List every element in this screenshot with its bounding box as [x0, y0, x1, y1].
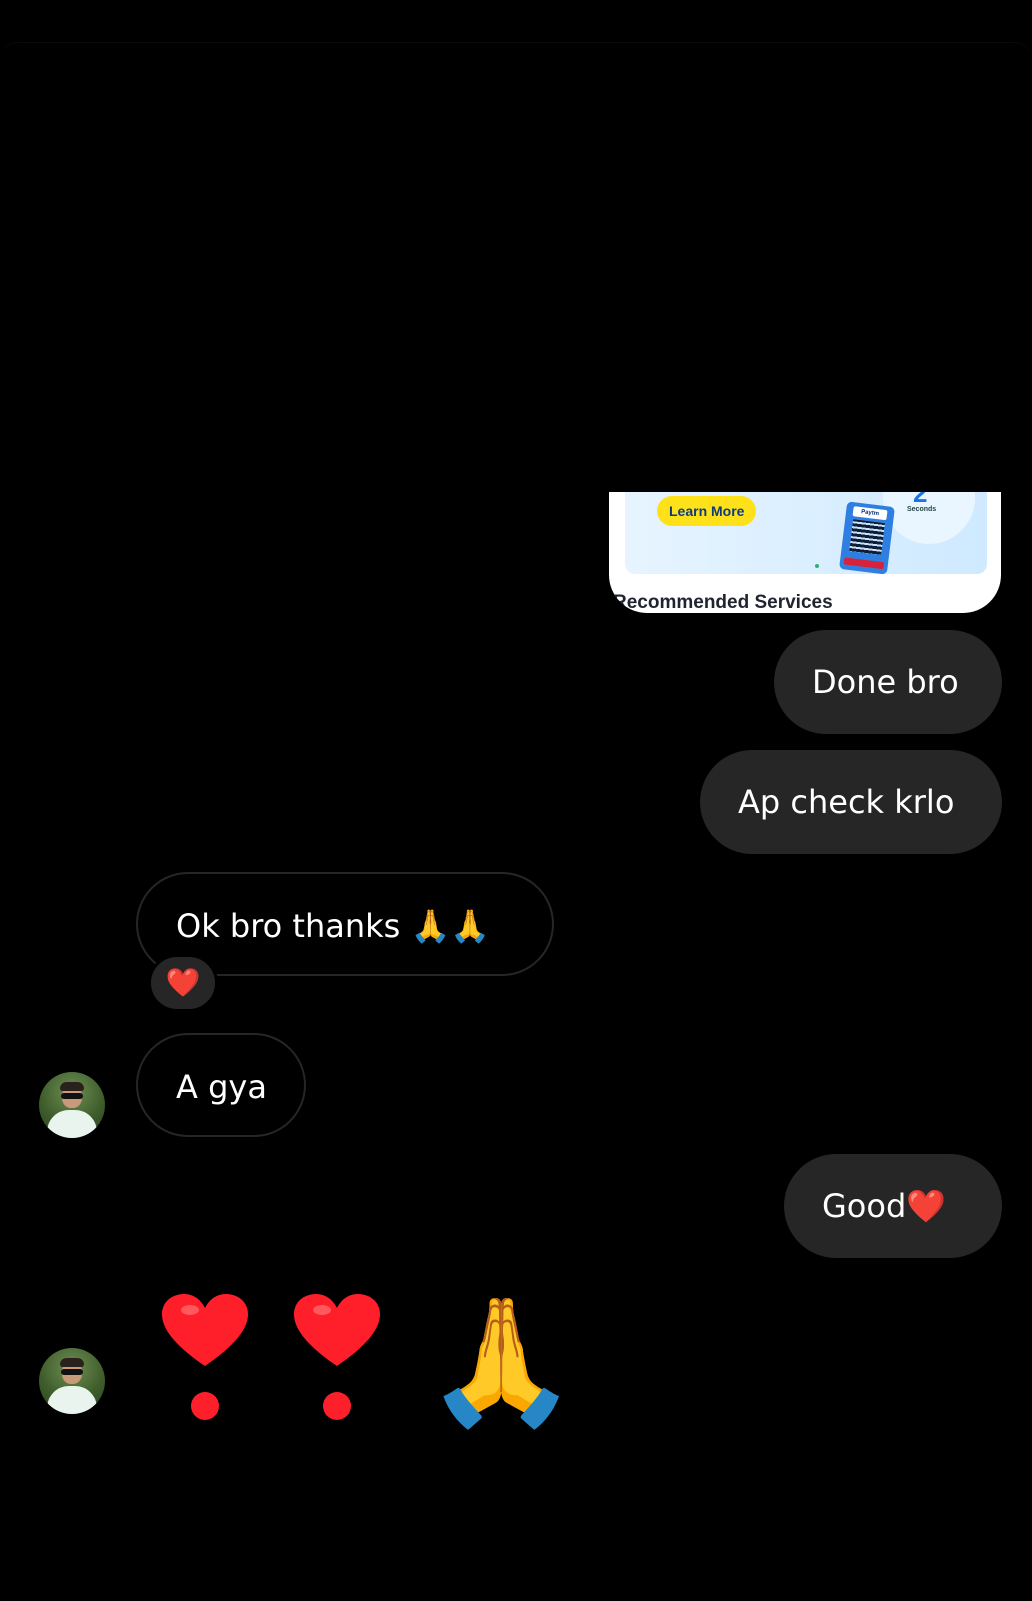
heart-reaction-badge[interactable]: ❤️ [148, 954, 218, 1012]
message-text: Good❤️ [822, 1187, 947, 1225]
emoji-message[interactable]: 🙏 [160, 1284, 578, 1424]
banner-caption: Seconds [907, 506, 937, 513]
qr-card-strip [843, 557, 885, 570]
heart-exclamation-icon [160, 1294, 250, 1424]
message-bubble-sent[interactable]: Good❤️ [784, 1154, 1002, 1258]
folded-hands-icon: 🙏 [424, 1290, 579, 1434]
message-bubble-received[interactable]: A gya [136, 1033, 306, 1137]
avatar-hair [60, 1358, 84, 1367]
message-text: A gya [176, 1068, 267, 1106]
avatar-hair [60, 1082, 84, 1091]
qr-code-icon [849, 519, 885, 555]
contact-avatar[interactable] [39, 1348, 105, 1414]
banner-circle [883, 492, 975, 544]
avatar-glasses [61, 1093, 83, 1099]
message-bubble-sent[interactable]: Ap check krlo [700, 750, 1002, 854]
promo-banner: 2 Seconds Learn More Paytm [625, 492, 987, 575]
message-text: Done bro [812, 663, 959, 701]
learn-more-button: Learn More [657, 496, 757, 526]
heart-icon: ❤️ [165, 966, 201, 999]
qr-card-icon: Paytm [839, 501, 895, 575]
heart-exclamation-icon [292, 1294, 382, 1424]
message-bubble-sent[interactable]: Done bro [774, 630, 1002, 734]
paytm-logo: Paytm [852, 506, 888, 521]
contact-avatar[interactable] [39, 1072, 105, 1138]
carousel-dot [815, 564, 819, 568]
avatar-body [47, 1386, 97, 1414]
message-text: Ap check krlo [738, 783, 955, 821]
avatar-glasses [61, 1369, 83, 1375]
avatar-body [47, 1110, 97, 1138]
recommended-services-heading: Recommended Services [613, 592, 833, 613]
shared-image-message[interactable]: 2 Seconds Learn More Paytm Recommended S… [609, 492, 1001, 613]
message-text: Ok bro thanks 🙏🙏 [176, 907, 491, 945]
